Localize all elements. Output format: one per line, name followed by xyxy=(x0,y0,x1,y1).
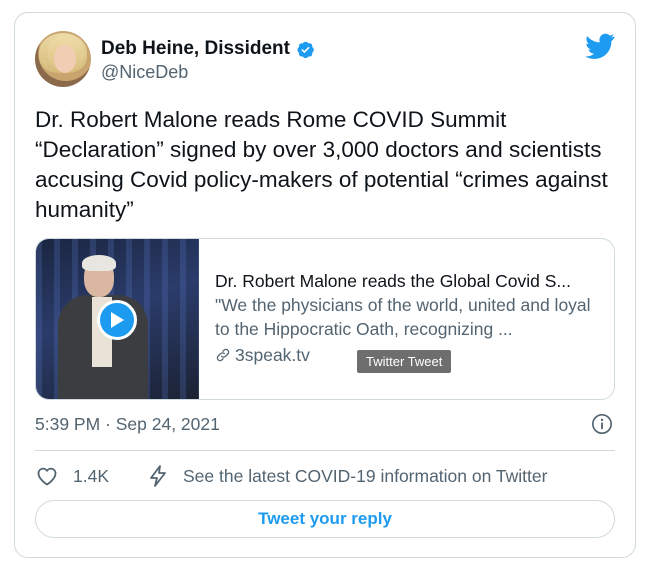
tweet-actions: 1.4K See the latest COVID-19 information… xyxy=(35,464,615,488)
twitter-bird-icon[interactable] xyxy=(585,33,615,59)
verified-badge-icon xyxy=(297,41,314,58)
like-button[interactable]: 1.4K xyxy=(35,464,109,488)
covid-info-link[interactable]: See the latest COVID-19 information on T… xyxy=(147,464,547,488)
heart-icon[interactable] xyxy=(35,464,59,488)
author-name-row[interactable]: Deb Heine, Dissident xyxy=(101,38,315,60)
link-description: "We the physicians of the world, united … xyxy=(215,295,591,339)
tweet-timestamp[interactable]: 5:39 PM · Sep 24, 2021 xyxy=(35,414,220,435)
tooltip: Twitter Tweet xyxy=(357,350,452,373)
lightning-icon xyxy=(150,465,166,487)
tweet-text: Dr. Robert Malone reads Rome COVID Summi… xyxy=(35,105,615,225)
avatar-face xyxy=(54,45,76,73)
tweet-reply-button[interactable]: Tweet your reply xyxy=(35,500,615,538)
tweet-card: Deb Heine, Dissident @NiceDeb Dr. Robert… xyxy=(14,12,636,558)
like-count: 1.4K xyxy=(73,465,109,486)
divider xyxy=(35,450,615,451)
author-display-name[interactable]: Deb Heine, Dissident xyxy=(101,38,290,60)
link-preview-card[interactable]: Dr. Robert Malone reads the Global Covid… xyxy=(35,238,615,400)
link-title: Dr. Robert Malone reads the Global Covid… xyxy=(215,271,572,291)
link-domain: 3speak.tv xyxy=(235,345,310,365)
info-icon[interactable] xyxy=(591,413,613,435)
covid-info-label: See the latest COVID-19 information on T… xyxy=(183,465,548,486)
play-button[interactable] xyxy=(97,300,137,340)
author-handle[interactable]: @NiceDeb xyxy=(101,62,188,83)
speaker-hair xyxy=(82,255,116,271)
video-thumbnail[interactable] xyxy=(36,239,199,399)
link-icon xyxy=(216,348,230,362)
play-icon xyxy=(111,312,124,328)
avatar[interactable] xyxy=(35,31,91,87)
tweet-body: Dr. Robert Malone reads Rome COVID Summi… xyxy=(35,107,608,222)
link-preview-body[interactable]: Dr. Robert Malone reads the Global Covid… xyxy=(199,239,614,399)
